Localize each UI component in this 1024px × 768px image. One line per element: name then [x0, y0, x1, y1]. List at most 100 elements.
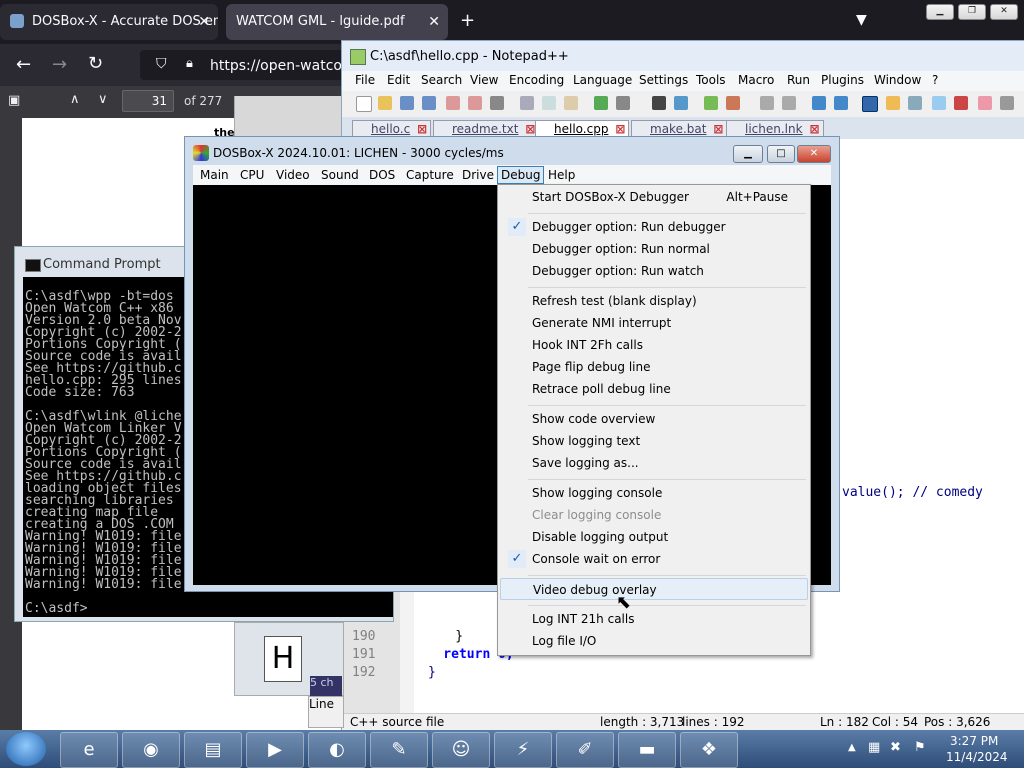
menu-dos[interactable]: DOS: [366, 167, 398, 183]
sidebar-toggle-icon[interactable]: ▣: [8, 93, 20, 108]
play-macro-icon[interactable]: [1000, 96, 1014, 110]
browser-tab-watcom[interactable]: WATCOM GML - lguide.pdf ✕: [226, 4, 448, 40]
menu-cpu[interactable]: CPU: [237, 167, 267, 183]
menu-item-video-debug-overlay[interactable]: Video debug overlay: [500, 578, 808, 600]
replace-icon[interactable]: [674, 96, 688, 110]
close-button[interactable]: ✕: [990, 4, 1018, 20]
menu-item-page-flip[interactable]: Page flip debug line: [500, 356, 808, 378]
undo-icon[interactable]: [594, 96, 608, 110]
notepadpp-icon[interactable]: ✐: [556, 732, 614, 768]
menu-capture[interactable]: Capture: [403, 167, 457, 183]
chevron-down-icon[interactable]: ▼: [856, 12, 867, 28]
clock-date[interactable]: 11/4/2024: [946, 750, 1008, 764]
start-button[interactable]: [6, 732, 46, 766]
menu-plugins[interactable]: Plugins: [821, 73, 864, 87]
shield-icon[interactable]: ⛉: [156, 56, 167, 72]
minimize-button[interactable]: ▁: [733, 145, 763, 163]
sync-horizontal-icon[interactable]: [782, 96, 796, 110]
close-button[interactable]: ✕: [797, 145, 831, 163]
browser-tab-dosbox[interactable]: DOSBox-X - Accurate DOS emu ✕: [0, 4, 218, 40]
menu-item-run-watch[interactable]: Debugger option: Run watch: [500, 260, 808, 282]
menu-item-log-file-io[interactable]: Log file I/O: [500, 630, 808, 652]
clock-time[interactable]: 3:27 PM: [950, 734, 998, 748]
new-file-icon[interactable]: [356, 96, 372, 112]
lang-icon[interactable]: [886, 96, 900, 110]
menu-help[interactable]: ?: [932, 73, 938, 87]
menu-debug[interactable]: Debug: [497, 166, 545, 184]
app-icon[interactable]: ◐: [308, 732, 366, 768]
scratch-icon[interactable]: ☺: [432, 732, 490, 768]
stop-macro-icon[interactable]: [978, 96, 992, 110]
paste-icon[interactable]: [564, 96, 578, 110]
close-tab-icon[interactable]: ✕: [198, 4, 210, 40]
menu-search[interactable]: Search: [421, 73, 462, 87]
new-tab-icon[interactable]: +: [460, 10, 475, 31]
close-all-icon[interactable]: [468, 96, 482, 110]
menu-drive[interactable]: Drive: [459, 167, 497, 183]
menu-view[interactable]: View: [470, 73, 498, 87]
word-wrap-icon[interactable]: [812, 96, 826, 110]
close-file-icon[interactable]: [446, 96, 460, 110]
page-number-input[interactable]: 31: [122, 90, 174, 112]
menu-item-generate-nmi[interactable]: Generate NMI interrupt: [500, 312, 808, 334]
menu-item-refresh-test[interactable]: Refresh test (blank display): [500, 290, 808, 312]
menu-item-run-debugger[interactable]: ✓ Debugger option: Run debugger: [500, 216, 808, 238]
chevron-down-icon[interactable]: ∨: [98, 92, 108, 107]
menu-item-code-overview[interactable]: Show code overview: [500, 408, 808, 430]
flag-icon[interactable]: ⚑: [914, 740, 926, 755]
menu-item-start-debugger[interactable]: Start DOSBox-X Debugger Alt+Pause: [500, 186, 808, 208]
menu-item-retrace-poll[interactable]: Retrace poll debug line: [500, 378, 808, 400]
menu-main[interactable]: Main: [197, 167, 232, 183]
copy-icon[interactable]: [542, 96, 556, 110]
network-icon[interactable]: ▦: [868, 740, 880, 755]
menu-language[interactable]: Language: [573, 73, 632, 87]
show-all-chars-icon[interactable]: [834, 96, 848, 110]
reload-icon[interactable]: ↻: [88, 53, 103, 74]
zoom-out-icon[interactable]: [726, 96, 740, 110]
menu-item-console-wait[interactable]: ✓ Console wait on error: [500, 548, 808, 570]
menu-edit[interactable]: Edit: [387, 73, 410, 87]
save-icon[interactable]: [400, 96, 414, 110]
menu-item-logging-text[interactable]: Show logging text: [500, 430, 808, 452]
firefox-icon[interactable]: ◉: [122, 732, 180, 768]
minimize-button[interactable]: ▁: [926, 4, 954, 20]
find-icon[interactable]: [652, 96, 666, 110]
menu-macro[interactable]: Macro: [738, 73, 774, 87]
close-tab-icon[interactable]: ✕: [428, 4, 440, 40]
lightning-app-icon[interactable]: ⚡: [494, 732, 552, 768]
back-icon[interactable]: ←: [16, 54, 31, 75]
menu-tools[interactable]: Tools: [696, 73, 726, 87]
print-icon[interactable]: [490, 96, 504, 110]
menu-item-hook-int2f[interactable]: Hook INT 2Fh calls: [500, 334, 808, 356]
menu-encoding[interactable]: Encoding: [509, 73, 564, 87]
lock-icon[interactable]: 🔒︎: [186, 56, 193, 71]
cut-icon[interactable]: [520, 96, 534, 110]
menu-help[interactable]: Help: [545, 167, 578, 183]
menu-video[interactable]: Video: [273, 167, 313, 183]
maximize-button[interactable]: ❐: [958, 4, 986, 20]
sync-vertical-icon[interactable]: [760, 96, 774, 110]
function-list-icon[interactable]: [932, 96, 946, 110]
explorer-icon[interactable]: ▤: [184, 732, 242, 768]
maximize-button[interactable]: □: [767, 145, 795, 163]
menu-sound[interactable]: Sound: [318, 167, 362, 183]
menu-item-save-logging[interactable]: Save logging as...: [500, 452, 808, 474]
menu-item-log-int21[interactable]: Log INT 21h calls: [500, 608, 808, 630]
dosbox-icon[interactable]: ❖: [680, 732, 738, 768]
indent-guide-icon[interactable]: [862, 96, 878, 112]
menu-item-logging-console[interactable]: Show logging console: [500, 482, 808, 504]
redo-icon[interactable]: [616, 96, 630, 110]
menu-item-run-normal[interactable]: Debugger option: Run normal: [500, 238, 808, 260]
paint-icon[interactable]: ✎: [370, 732, 428, 768]
media-player-icon[interactable]: ▶: [246, 732, 304, 768]
save-all-icon[interactable]: [422, 96, 436, 110]
doc-map-icon[interactable]: [908, 96, 922, 110]
url-text[interactable]: https://open-watcom: [210, 58, 356, 74]
chevron-up-icon[interactable]: ▲: [848, 742, 856, 753]
menu-item-disable-logging[interactable]: Disable logging output: [500, 526, 808, 548]
cmd-icon[interactable]: ▬: [618, 732, 676, 768]
forward-icon[interactable]: →: [52, 54, 67, 75]
chevron-up-icon[interactable]: ∧: [70, 92, 80, 107]
ie-icon[interactable]: e: [60, 732, 118, 768]
menu-window[interactable]: Window: [874, 73, 921, 87]
